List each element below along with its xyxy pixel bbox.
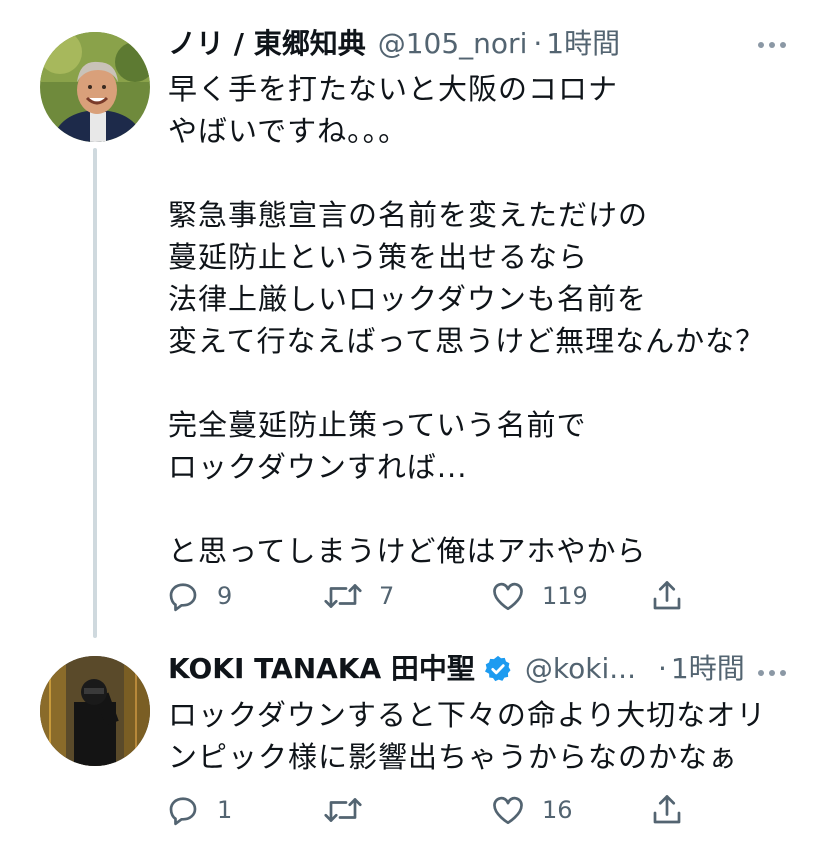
tweet-text: ロックダウンすると下々の命より大切なオリ ンピック様に影響出ちゃうからなのかなぁ <box>168 698 767 774</box>
retweet-icon <box>324 584 362 608</box>
timestamp[interactable]: 1時間 <box>671 652 745 686</box>
thread-line <box>93 148 97 638</box>
display-name[interactable]: KOKI TANAKA 田中聖 <box>168 652 475 686</box>
verified-badge-icon <box>483 654 513 684</box>
retweet-button[interactable] <box>323 790 379 830</box>
reply-icon <box>169 797 197 826</box>
tweet-header: KOKI TANAKA 田中聖 @koki... · 1時間 <box>168 652 745 686</box>
share-button[interactable] <box>649 576 685 616</box>
retweet-button[interactable]: 7 <box>323 576 394 616</box>
like-button[interactable]: 16 <box>490 790 573 830</box>
user-handle[interactable]: @koki... <box>525 652 636 686</box>
user-handle[interactable]: @105_nori <box>378 27 528 61</box>
reply-count: 9 <box>217 582 233 610</box>
avatar[interactable] <box>40 656 150 766</box>
retweet-icon <box>324 798 362 822</box>
share-icon <box>653 795 681 824</box>
separator: · <box>533 27 543 60</box>
reply-icon <box>169 583 197 612</box>
share-icon <box>653 581 681 610</box>
tweet-actions: 1 16 <box>165 790 725 830</box>
reply-button[interactable]: 9 <box>165 576 232 616</box>
reply-button[interactable]: 1 <box>165 790 232 830</box>
heart-icon <box>493 796 523 825</box>
display-name[interactable]: ノリ / 東郷知典 <box>168 27 366 61</box>
more-icon[interactable] <box>758 670 786 676</box>
retweet-count: 7 <box>379 582 395 610</box>
like-count: 119 <box>542 582 588 610</box>
tweet-1[interactable]: ノリ / 東郷知典 @105_nori · 1時間 早く手を打たないと大阪のコロ… <box>0 0 828 640</box>
like-count: 16 <box>542 796 573 824</box>
tweet-header: ノリ / 東郷知典 @105_nori · 1時間 <box>168 27 620 61</box>
tweet-actions: 9 7 119 <box>165 576 725 616</box>
share-button[interactable] <box>649 790 685 830</box>
tweet-2[interactable]: KOKI TANAKA 田中聖 @koki... · 1時間 ロックダウンすると… <box>0 640 828 842</box>
avatar[interactable] <box>40 32 150 142</box>
heart-icon <box>493 582 523 611</box>
timestamp[interactable]: 1時間 <box>546 27 620 61</box>
separator: · <box>657 652 667 685</box>
reply-count: 1 <box>217 796 233 824</box>
tweet-text: 早く手を打たないと大阪のコロナ やばいですね。。。 緊急事態宣言の名前を変えただ… <box>168 72 766 568</box>
like-button[interactable]: 119 <box>490 576 588 616</box>
more-icon[interactable] <box>758 42 786 48</box>
